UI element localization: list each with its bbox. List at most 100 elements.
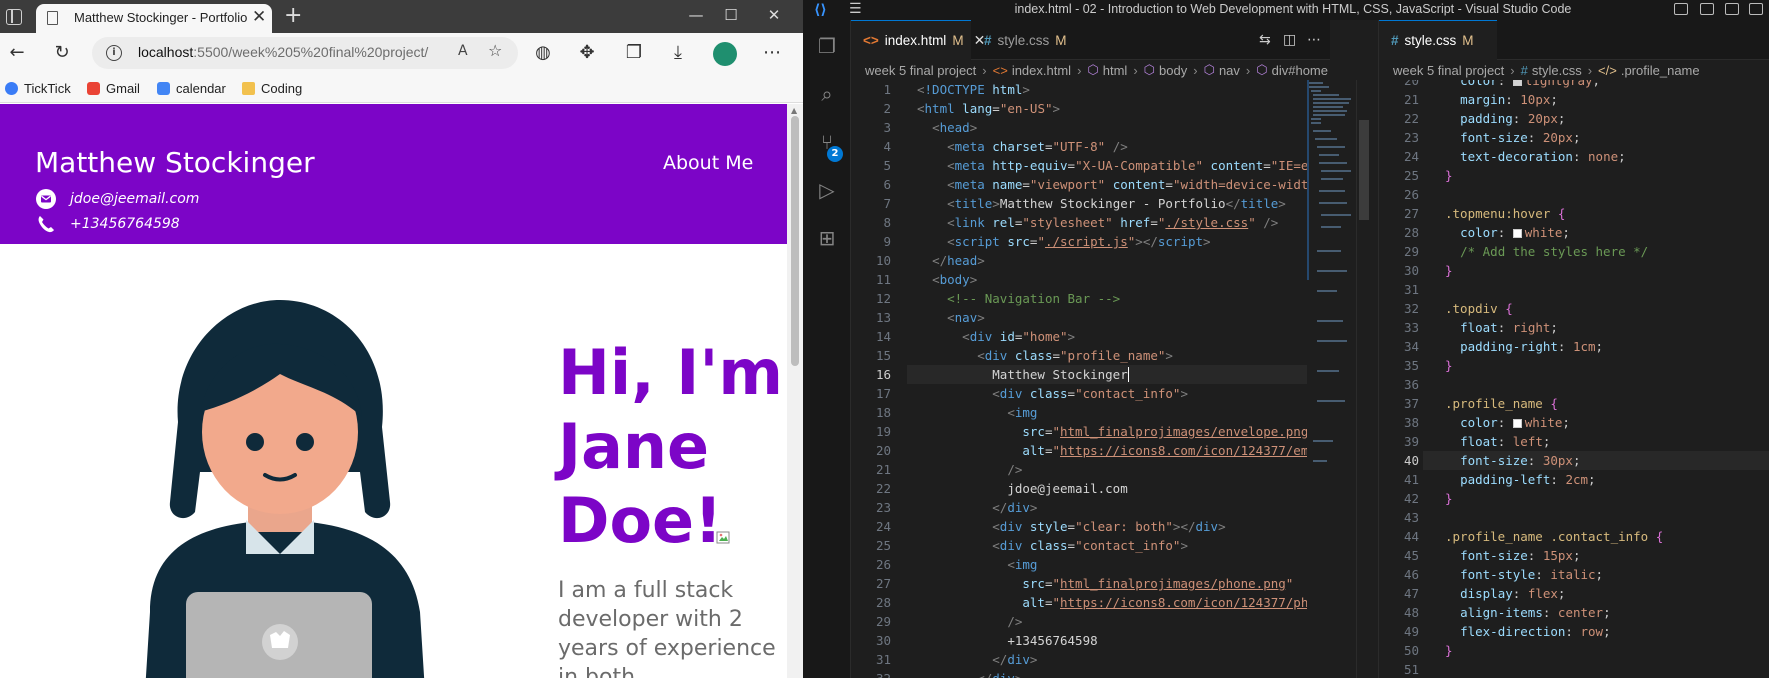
editor-scrollbar[interactable] [1356,80,1370,678]
modified-flag: M [952,33,964,48]
bookmark-coding[interactable]: Coding [242,78,302,98]
contact-email: jdoe@jeemail.com [36,188,199,210]
new-tab-button[interactable]: + [284,3,302,29]
nav-about-me-link[interactable]: About Me [663,152,753,174]
profile-name: Matthew Stockinger [35,146,315,179]
broken-image-icon [716,531,730,544]
element-icon: ⬡ [1203,62,1215,77]
customize-layout-icon[interactable] [1749,3,1763,15]
crumb-div-home[interactable]: div#home [1272,63,1328,78]
workspaces-icon[interactable] [6,9,22,25]
maximize-button[interactable]: ☐ [719,4,743,26]
browser-tab-strip: Matthew Stockinger - Portfolio ✕ + — ☐ ✕ [0,0,803,33]
crumb-file[interactable]: index.html [1012,63,1071,78]
crumb-nav[interactable]: nav [1219,63,1240,78]
menu-icon[interactable]: ☰ [849,1,862,17]
bookmark-label: Coding [261,80,303,96]
bookmark-label: calendar [176,80,226,96]
toggle-secondary-sidebar-icon[interactable] [1725,3,1739,15]
bookmark-ticktick[interactable]: TickTick [5,78,71,98]
crumb-folder[interactable]: week 5 final project [1393,63,1504,78]
extensions-icon[interactable]: ⊞ [815,226,839,250]
scroll-up-icon[interactable]: ▲ [791,106,797,115]
bookmark-gmail[interactable]: Gmail [87,78,140,98]
vscode-logo-icon: ⟨⟩ [814,2,827,18]
contact-phone: +13456764598 [36,213,180,235]
run-debug-icon[interactable]: ▷ [815,178,839,202]
breadcrumb-right: week 5 final project › # style.css › </> .pr… [1393,62,1700,78]
element-icon: ⬡ [1143,62,1156,77]
search-icon[interactable]: ⌕ [815,82,839,106]
crumb-body[interactable]: body [1159,63,1187,78]
url-host: localhost [138,44,194,60]
browser-window: Matthew Stockinger - Portfolio ✕ + — ☐ ✕… [0,0,803,678]
crumb-selector[interactable]: .profile_name [1621,63,1700,78]
page-viewport: Matthew Stockinger jdoe@jeemail.com +134… [0,104,787,678]
tab-label: style.css [1404,33,1457,48]
element-icon: ⬡ [1256,62,1268,77]
more-menu-icon[interactable]: ⋯ [761,42,783,64]
more-actions-icon[interactable]: ⋯ [1307,32,1321,48]
open-changes-icon[interactable]: ⇆ [1259,32,1271,48]
page-scrollbar[interactable]: ▲ [787,104,803,678]
read-aloud-icon[interactable]: A [458,43,468,59]
tab-index-html[interactable]: <> index.html M ✕ [851,20,985,60]
close-tab-icon[interactable]: ✕ [252,7,266,27]
toggle-panel-icon[interactable] [1700,3,1714,15]
css-file-icon: # [1520,62,1528,78]
envelope-icon [36,189,56,209]
collections-icon[interactable]: ❐ [623,42,645,64]
bookmark-calendar[interactable]: calendar [157,78,226,98]
css-editor[interactable]: 20 21 22 23 24 25 26 27 28 29 30 31 32 33 34 35 36 37 38 39… [1379,80,1769,678]
vscode-window: ⟨⟩ ☰ index.html - 02 - Introduction to W… [803,0,1769,678]
vscode-titlebar: ⟨⟩ ☰ index.html - 02 - Introduction to W… [803,0,1769,20]
line-numbers: 20 21 22 23 24 25 26 27 28 29 30 31 32 33 34 35 36 37 38 39… [1403,80,1419,677]
email-text: jdoe@jeemail.com [70,191,200,207]
tab-title: Matthew Stockinger - Portfolio [74,10,248,25]
browser-toolbar: ← ↻ i localhost:5500/week%205%20final%20… [0,33,803,73]
explorer-icon[interactable]: ❐ [815,34,839,58]
browser-tab[interactable]: Matthew Stockinger - Portfolio ✕ [36,4,272,33]
intro-paragraph: I am a full stack developer with 2 years… [558,578,776,678]
minimap[interactable] [1307,80,1355,600]
modified-flag: M [1462,33,1474,48]
bookmark-label: TickTick [24,80,71,96]
profile-avatar-icon[interactable] [713,42,737,66]
modified-flag: M [1055,32,1067,48]
crumb-html[interactable]: html [1103,63,1128,78]
gmail-icon [87,81,100,95]
selector-icon: </> [1598,62,1617,78]
ticktick-icon [5,81,18,95]
tab-style-css[interactable]: # style.css M [972,20,1087,60]
activity-bar: ❐ ⌕ ⑂ 2 ▷ ⊞ [803,20,851,678]
downloads-icon[interactable]: ⤓ [667,42,689,64]
scrollbar-thumb[interactable] [1359,120,1369,220]
right-eye [296,433,314,451]
crumb-file[interactable]: style.css [1532,63,1582,78]
scrollbar-thumb[interactable] [791,116,799,366]
tab-style-css-right[interactable]: # style.css M [1379,20,1497,60]
copilot-icon[interactable]: ◍ [532,42,554,64]
url-path: :5500/week%205%20final%20project/ [193,44,429,60]
crumb-folder[interactable]: week 5 final project [865,63,976,78]
hero-greeting: Hi, I'm Jane Doe! [558,336,783,557]
html-editor[interactable]: 1 2 3 4 5 6 7 8 9 10 11 12 13 14 15 16 17 18 19 20 21 22 23 24 2… [851,80,1307,678]
html-file-icon: <> [992,62,1008,78]
bookmark-label: Gmail [106,80,140,96]
close-window-button[interactable]: ✕ [762,4,786,26]
extensions-icon[interactable]: ✥ [576,42,598,64]
back-icon[interactable]: ← [6,42,28,64]
element-icon: ⬡ [1087,62,1099,77]
refresh-icon[interactable]: ↻ [51,42,73,64]
editor-tab-bar: <> index.html M ✕ # style.css M ⇆ ◫ ⋯ [851,20,1330,60]
breadcrumb-left: week 5 final project › <> index.html › ⬡ htm… [865,62,1328,78]
site-info-icon[interactable]: i [106,45,122,61]
left-eye [246,433,264,451]
toggle-sidebar-icon[interactable] [1674,3,1688,15]
favorite-star-icon[interactable]: ☆ [488,41,502,60]
url-text[interactable]: localhost:5500/week%205%20final%20projec… [138,44,428,60]
minimize-button[interactable]: — [684,4,708,26]
minimap-viewport [1307,80,1309,280]
address-bar[interactable]: i localhost:5500/week%205%20final%20proj… [92,37,518,69]
split-editor-icon[interactable]: ◫ [1283,32,1296,48]
